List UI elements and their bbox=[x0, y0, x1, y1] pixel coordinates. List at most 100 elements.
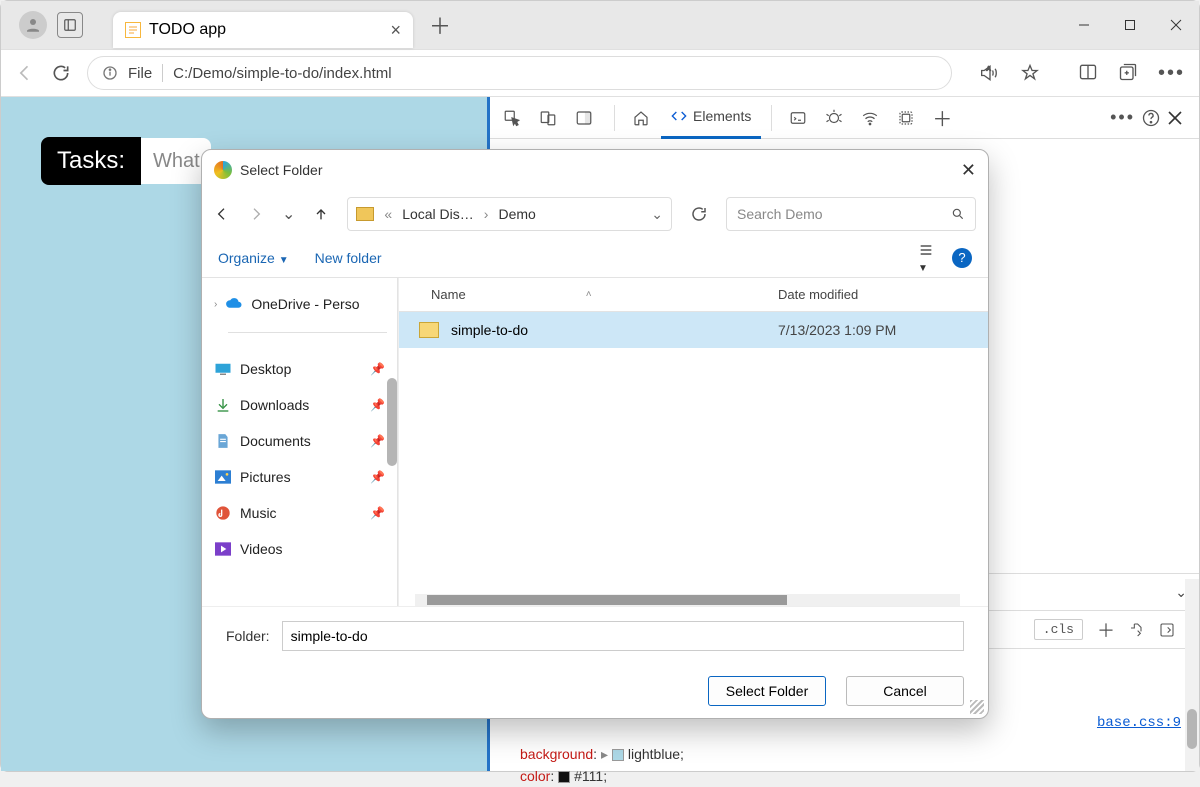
svg-text:A: A bbox=[987, 67, 991, 73]
more-tabs-icon[interactable]: ＋ bbox=[926, 102, 958, 134]
view-options-button[interactable]: ▼ bbox=[918, 242, 934, 274]
row-date: 7/13/2023 1:09 PM bbox=[778, 322, 988, 338]
sidebar-item-documents[interactable]: Documents📌 bbox=[208, 423, 391, 459]
nav-back-button[interactable] bbox=[15, 63, 35, 83]
dock-side-icon[interactable] bbox=[568, 102, 600, 134]
list-row[interactable]: simple-to-do 7/13/2023 1:09 PM bbox=[399, 312, 988, 348]
dialog-close-button[interactable]: ✕ bbox=[961, 160, 976, 181]
col-name-header[interactable]: Name bbox=[431, 287, 466, 302]
sidebar-item-onedrive[interactable]: › OneDrive - Perso bbox=[208, 286, 391, 322]
dialog-toolbar: Organize ▼ New folder ▼ ? bbox=[202, 238, 988, 278]
command-menu-icon[interactable] bbox=[782, 102, 814, 134]
devtools-help-icon[interactable] bbox=[1141, 108, 1161, 128]
sidebar-item-music[interactable]: Music📌 bbox=[208, 495, 391, 531]
styles-scrollbar[interactable] bbox=[1185, 579, 1199, 771]
tab-close-button[interactable]: × bbox=[390, 20, 401, 41]
dialog-folder-input-row: Folder: bbox=[202, 606, 988, 664]
edge-icon bbox=[214, 161, 232, 179]
pin-icon: 📌 bbox=[370, 470, 385, 484]
breadcrumb[interactable]: « Local Dis… › Demo ⌄ bbox=[347, 197, 672, 231]
col-date-header[interactable]: Date modified bbox=[778, 287, 988, 302]
computed-panel-icon[interactable] bbox=[1159, 622, 1175, 638]
inspect-icon[interactable] bbox=[496, 102, 528, 134]
read-aloud-icon[interactable]: A bbox=[980, 63, 1000, 83]
new-folder-button[interactable]: New folder bbox=[315, 250, 382, 266]
cls-toggle[interactable]: .cls bbox=[1034, 619, 1083, 640]
select-folder-dialog: Select Folder ✕ ⌄ « Local Dis… › Demo ⌄ … bbox=[201, 149, 989, 719]
browser-tab[interactable]: TODO app × bbox=[113, 12, 413, 48]
row-name: simple-to-do bbox=[451, 322, 778, 338]
sidebar-item-downloads[interactable]: Downloads📌 bbox=[208, 387, 391, 423]
devtools-more-icon[interactable]: ••• bbox=[1110, 107, 1135, 128]
browser-address-bar: File C:/Demo/simple-to-do/index.html A •… bbox=[1, 49, 1199, 97]
dialog-title: Select Folder bbox=[240, 162, 322, 178]
device-emulation-icon[interactable] bbox=[532, 102, 564, 134]
tab-title: TODO app bbox=[149, 21, 226, 39]
welcome-tab-icon[interactable] bbox=[625, 102, 657, 134]
folder-name-input[interactable] bbox=[282, 621, 964, 651]
profile-avatar[interactable] bbox=[19, 11, 47, 39]
sort-indicator-icon: ˄ bbox=[586, 289, 592, 300]
workspaces-icon[interactable] bbox=[57, 12, 83, 38]
url-divider bbox=[162, 64, 163, 82]
window-controls bbox=[1061, 2, 1199, 48]
folder-icon bbox=[419, 322, 439, 338]
window-minimize-button[interactable] bbox=[1061, 2, 1107, 48]
devtools-close-icon[interactable] bbox=[1167, 110, 1183, 126]
dialog-button-row: Select Folder Cancel bbox=[202, 664, 988, 718]
dialog-search-input[interactable]: Search Demo bbox=[726, 197, 976, 231]
search-icon bbox=[951, 207, 965, 221]
css-source-link[interactable]: base.css:9 bbox=[1097, 715, 1181, 731]
dialog-recent-dropdown[interactable]: ⌄ bbox=[282, 204, 295, 224]
sidebar-item-pictures[interactable]: Pictures📌 bbox=[208, 459, 391, 495]
breadcrumb-dropdown[interactable]: ⌄ bbox=[651, 206, 663, 223]
issues-icon[interactable] bbox=[818, 102, 850, 134]
pin-icon: 📌 bbox=[370, 398, 385, 412]
select-folder-button[interactable]: Select Folder bbox=[708, 676, 826, 706]
info-icon bbox=[102, 65, 118, 81]
videos-icon bbox=[214, 540, 232, 558]
dialog-sidebar: › OneDrive - Perso Desktop📌 Downloads📌 D… bbox=[202, 278, 398, 606]
favorites-icon[interactable] bbox=[1020, 63, 1040, 83]
list-horizontal-scrollbar[interactable] bbox=[415, 594, 960, 606]
network-conditions-icon[interactable] bbox=[854, 102, 886, 134]
url-scheme-label: File bbox=[128, 65, 152, 82]
more-icon[interactable]: ••• bbox=[1158, 62, 1185, 85]
list-header[interactable]: Name ˄ Date modified bbox=[399, 278, 988, 312]
nav-refresh-button[interactable] bbox=[51, 63, 71, 83]
documents-icon bbox=[214, 432, 232, 450]
pin-icon: 📌 bbox=[370, 362, 385, 376]
dialog-refresh-button[interactable] bbox=[690, 205, 708, 223]
dialog-back-button[interactable] bbox=[214, 206, 230, 222]
devtools-toolbar: Elements ＋ ••• bbox=[490, 97, 1199, 139]
organize-button[interactable]: Organize ▼ bbox=[218, 250, 289, 266]
split-screen-icon[interactable] bbox=[1078, 62, 1098, 85]
search-placeholder: Search Demo bbox=[737, 206, 951, 222]
collections-icon[interactable] bbox=[1118, 62, 1138, 85]
url-field[interactable]: File C:/Demo/simple-to-do/index.html bbox=[87, 56, 952, 90]
sidebar-item-videos[interactable]: Videos bbox=[208, 531, 391, 567]
downloads-icon bbox=[214, 396, 232, 414]
elements-tab[interactable]: Elements bbox=[661, 97, 761, 139]
new-tab-button[interactable]: ＋ bbox=[429, 9, 451, 41]
sidebar-item-desktop[interactable]: Desktop📌 bbox=[208, 351, 391, 387]
help-button[interactable]: ? bbox=[952, 248, 972, 268]
window-maximize-button[interactable] bbox=[1107, 2, 1153, 48]
resize-grip[interactable] bbox=[970, 700, 984, 714]
tasks-label: Tasks: bbox=[41, 137, 141, 185]
pin-icon: 📌 bbox=[370, 506, 385, 520]
window-close-button[interactable] bbox=[1153, 2, 1199, 48]
cancel-button[interactable]: Cancel bbox=[846, 676, 964, 706]
new-style-rule-icon[interactable]: ＋ bbox=[1097, 617, 1115, 643]
sidebar-scrollbar[interactable] bbox=[387, 378, 397, 466]
dialog-forward-button[interactable] bbox=[248, 206, 264, 222]
dialog-up-button[interactable] bbox=[313, 206, 329, 222]
cloud-icon bbox=[225, 295, 243, 313]
pin-icon: 📌 bbox=[370, 434, 385, 448]
css-rule-block[interactable]: background: ▸ lightblue; color: #111; bbox=[520, 743, 684, 787]
settings-icon[interactable] bbox=[890, 102, 922, 134]
breadcrumb-drive[interactable]: Local Dis… bbox=[402, 206, 474, 222]
folder-label: Folder: bbox=[226, 628, 270, 644]
breadcrumb-folder[interactable]: Demo bbox=[498, 206, 535, 222]
toggle-common-dir-icon[interactable] bbox=[1129, 622, 1145, 638]
